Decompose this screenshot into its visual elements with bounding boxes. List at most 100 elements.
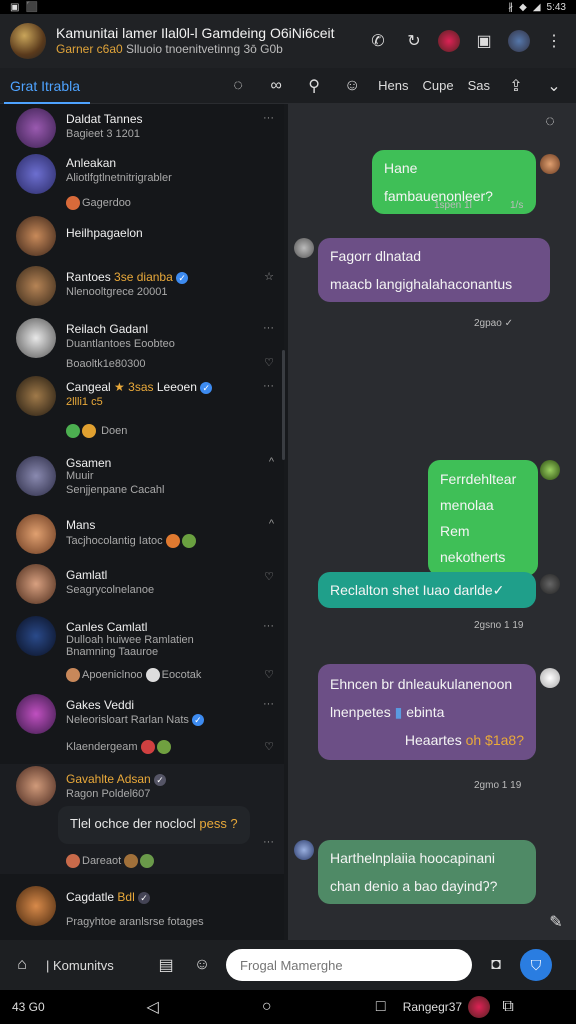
chat-meta[interactable]: ··· — [263, 380, 274, 392]
chevron-up-icon[interactable]: ^ — [269, 518, 274, 530]
tab-bar: Grat Itrabla ◌ ∞ ⚲ ☺ Hens Cupe Sas ⇪ ⌄ — [0, 68, 576, 104]
home-icon[interactable]: ⌂ — [10, 953, 34, 977]
chat-line: Ragon Poldel607 — [66, 788, 151, 800]
chat-meta[interactable]: ··· — [263, 112, 274, 124]
chat-item[interactable]: Gakes Veddi Neleorisloart Rarlan Nats ✓ … — [0, 690, 284, 760]
chevron-down-icon[interactable]: ⌄ — [542, 74, 566, 98]
heart-icon[interactable]: ♡ — [264, 356, 274, 369]
avatar — [16, 376, 56, 416]
chat-bubble-icon[interactable]: ◌ — [538, 110, 562, 134]
chat-name: Daldat Tannes — [66, 112, 143, 126]
chat-item[interactable]: Canles Camlatl Dulloah huiwee Ramlatien … — [0, 616, 284, 686]
media-icon[interactable]: ▣ — [472, 29, 496, 53]
chat-name: Canles Camlatl — [66, 620, 148, 634]
chat-item[interactable]: Rantoes 3se dianba ✓ Nlenooltgrece 20001… — [0, 260, 284, 316]
tab-sas[interactable]: Sas — [468, 78, 490, 93]
avatar[interactable] — [468, 996, 491, 1018]
recents-icon[interactable]: □ — [369, 995, 393, 1019]
chat-item[interactable]: Cangeal ★ 3sas Leeoen ✓ 2llli1 c5 Doen ·… — [0, 376, 284, 448]
chat-sub: Dareaot — [66, 854, 156, 868]
tab-chats[interactable]: Grat Itrabla — [4, 78, 90, 104]
sticker-icon[interactable]: ▤ — [154, 953, 178, 977]
camera-icon[interactable]: ◘ — [484, 953, 508, 977]
search-icon[interactable]: ⚲ — [302, 74, 326, 98]
tab-hens[interactable]: Hens — [378, 78, 408, 93]
message-bubble[interactable]: Reclalton shet Iuao darlde✓ — [318, 572, 536, 608]
more-icon[interactable]: ··· — [263, 836, 274, 848]
star-icon[interactable]: ☆ — [264, 270, 274, 283]
emoji-icon[interactable]: ☺ — [340, 74, 364, 98]
chat-item[interactable]: Reilach Gadanl Duantlantoes Eoobteo Boao… — [0, 316, 284, 376]
loop-icon[interactable]: ∞ — [264, 74, 288, 98]
chat-line: 2llli1 c5 — [66, 396, 103, 408]
community-label[interactable]: | Komunitvs — [46, 958, 142, 973]
user-avatar[interactable] — [438, 30, 460, 52]
avatar — [16, 266, 56, 306]
message-time: 1spen 1l — [434, 200, 472, 211]
chevron-up-icon[interactable]: ^ — [269, 456, 274, 468]
compose-bar: ⌂ | Komunitvs ▤ ☺ ◘ ⛉ — [0, 940, 576, 990]
avatar — [16, 616, 56, 656]
chat-item[interactable]: Cagdatle Bdl ✓ Pragyhtoe aranlsrse fotag… — [0, 882, 284, 940]
system-nav-bar: 43 G0 ◁ ○ □ Rangegr37 ⧉ — [0, 990, 576, 1024]
chat-icon[interactable]: ⧉ — [496, 995, 520, 1019]
chat-name: Gsamen — [66, 456, 112, 470]
chat-line: Duantlantoes Eoobteo — [66, 338, 175, 350]
conversation-panel[interactable]: ◌ Hane fambauenonleer? 1spen 1l 1/s Fago… — [288, 104, 576, 940]
chat-meta[interactable]: ··· — [263, 698, 274, 710]
home-circle-icon[interactable]: ○ — [255, 995, 279, 1019]
chat-item[interactable]: Anleakan Aliotlfgtlnetnitrigrabler Gager… — [0, 150, 284, 216]
avatar — [16, 318, 56, 358]
chat-name: Cangeal ★ 3sas Leeoen ✓ — [66, 380, 213, 394]
message-time: 2gsno 1 19 — [474, 620, 524, 631]
profile-avatar[interactable] — [508, 30, 530, 52]
avatar — [16, 766, 56, 806]
chat-line: Pragyhtoe aranlsrse fotages — [66, 916, 204, 928]
wifi-icon: ◆ — [519, 1, 527, 13]
refresh-icon[interactable]: ↻ — [402, 29, 426, 53]
avatar — [540, 668, 560, 688]
chat-item[interactable]: Heilhpagaelon — [0, 216, 284, 260]
chat-item[interactable]: Gavahlte Adsan ✓ Ragon Poldel607 Tlel oc… — [0, 764, 284, 874]
message-time: 2gmo 1 19 — [474, 780, 522, 791]
chat-line: Aliotlfgtlnetnitrigrabler — [66, 172, 172, 184]
chat-sub: Doen — [66, 424, 127, 438]
shield-send-button[interactable]: ⛉ — [520, 949, 552, 981]
chat-name: Gamlatl — [66, 568, 108, 582]
more-options-icon[interactable]: ⋮ — [542, 29, 566, 53]
avatar — [16, 564, 56, 604]
chat-bubble-icon[interactable]: ◌ — [226, 74, 250, 98]
message-time: 2gpao ✓ — [474, 318, 513, 329]
header-title-block[interactable]: Kamunitai lamer Ilal0l-l Gamdeing O6iNi6… — [56, 25, 356, 57]
emoji-icon[interactable]: ☺ — [190, 953, 214, 977]
chat-item[interactable]: Mans Tacjhocolantig Iatoc ^ — [0, 512, 284, 564]
list-scrollbar[interactable] — [282, 350, 285, 460]
avatar — [16, 514, 56, 554]
message-bubble[interactable]: Ferrdehltear menolaa Rem nekotherts — [428, 460, 538, 576]
heart-icon[interactable]: ♡ — [264, 740, 274, 753]
chat-item[interactable]: Gsamen Muuir Senjjenpane Cacahl ^ — [0, 452, 284, 512]
community-subtitle: Garner c6a0 Slluoio tnoenitvetinng 3ō G0… — [56, 42, 283, 56]
message-input[interactable] — [226, 949, 472, 981]
community-avatar[interactable] — [10, 23, 46, 59]
chat-meta[interactable]: ··· — [263, 620, 274, 632]
chat-list[interactable]: Daldat Tannes Bagieet 3 1201 ··· Anleaka… — [0, 104, 284, 940]
edit-icon[interactable]: ✎ — [544, 910, 568, 934]
chat-name: Heilhpagaelon — [66, 226, 143, 240]
share-icon[interactable]: ⇪ — [504, 74, 528, 98]
message-bubble[interactable]: Fagorr dlnatad maacb langighalahaconantus — [318, 238, 550, 302]
tab-cupe[interactable]: Cupe — [423, 78, 454, 93]
chat-item[interactable]: Daldat Tannes Bagieet 3 1201 ··· — [0, 104, 284, 150]
chat-meta[interactable]: ··· — [263, 322, 274, 334]
chat-item[interactable]: Gamlatl Seagrycolnelanoe ♡ — [0, 564, 284, 616]
heart-icon[interactable]: ♡ — [264, 570, 274, 583]
phone-icon[interactable]: ✆ — [366, 29, 390, 53]
message-preview: Tlel ochce der noclocl pess ? — [58, 806, 250, 844]
message-bubble[interactable]: Harthelnplaiia hoocapinani chan denio a b… — [318, 840, 536, 904]
community-title: Kamunitai lamer Ilal0l-l Gamdeing O6iNi6… — [56, 25, 335, 41]
back-icon[interactable]: ◁ — [141, 995, 165, 1019]
chat-name: Rantoes 3se dianba ✓ — [66, 270, 189, 284]
heart-icon[interactable]: ♡ — [264, 668, 274, 681]
message-bubble[interactable]: Ehncen br dnleaukulanenoon lnenpetes ▮ e… — [318, 664, 536, 760]
verified-icon: ✓ — [176, 271, 189, 284]
